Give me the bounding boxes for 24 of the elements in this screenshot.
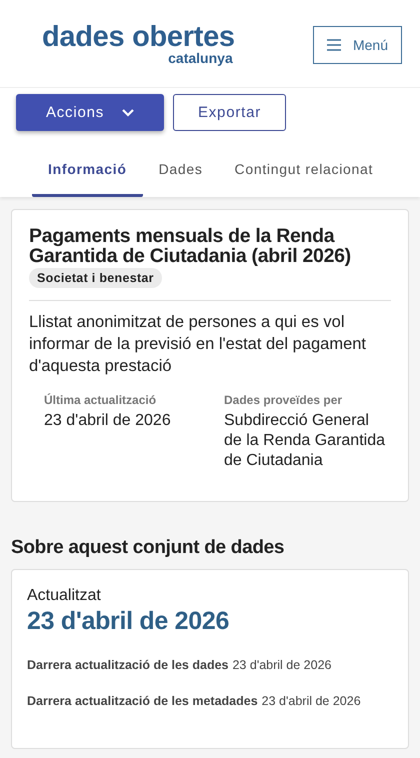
export-button[interactable]: Exportar: [173, 94, 286, 131]
fact-value: 23 d'abril de 2026: [44, 411, 172, 431]
updated-date: 23 d'abril de 2026: [27, 607, 230, 636]
dataset-title: Pagaments mensuals de la Renda Garantida de Ciutadania (abril 2026): [29, 226, 352, 266]
menu-button[interactable]: Menú: [312, 26, 402, 64]
section-heading: Sobre aquest conjunt de dades: [11, 537, 286, 559]
tab[interactable]: Contingut relacionat: [218, 144, 390, 197]
category-tag[interactable]: Societat i benestar: [29, 268, 162, 288]
fact-label: Última actualització: [44, 393, 158, 407]
updated-label: Actualitzat: [27, 587, 102, 605]
menu-icon: [326, 39, 341, 51]
chevron-down-icon: [122, 108, 134, 116]
tab[interactable]: Dades: [142, 144, 219, 197]
actions-button[interactable]: Accions: [16, 94, 164, 131]
metadata-label: Darrera actualització de les dades: [27, 658, 228, 672]
dataset-description: Llistat anonimitzat de persones a qui es vol informar de la previsió en l'estat del pagament d'aquesta prestació: [29, 312, 368, 377]
fact-value: Subdirecció General de la Renda Garantida de Ciutadania: [224, 411, 386, 471]
metadata-value: 23 d'abril de 2026: [262, 694, 361, 708]
fact-label: Dades proveïdes per: [224, 393, 344, 407]
tab[interactable]: Informació: [32, 144, 143, 197]
logo-subtitle: catalunya: [168, 50, 233, 64]
logo-title: dades obertes: [42, 22, 235, 50]
metadata-value: 23 d'abril de 2026: [232, 658, 332, 672]
metadata-label: Darrera actualització de les metadades: [27, 694, 258, 708]
